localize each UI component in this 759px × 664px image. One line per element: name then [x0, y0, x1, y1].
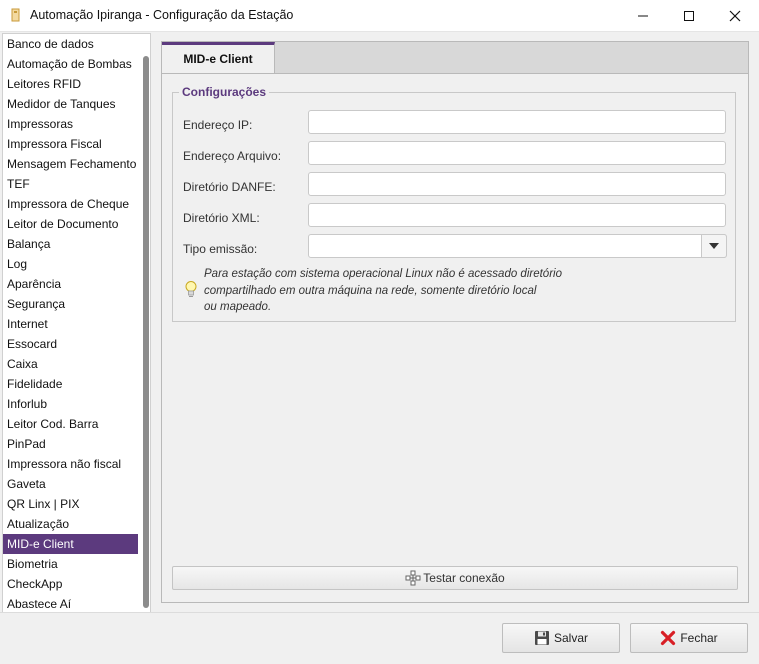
sidebar-item-internet[interactable]: Internet	[3, 314, 138, 334]
xml-input[interactable]	[308, 203, 726, 227]
arquivo-label: Endereço Arquivo:	[183, 149, 282, 163]
floppy-disk-icon	[534, 631, 549, 645]
sidebar-scrollbar[interactable]	[143, 56, 149, 608]
app-icon	[11, 8, 20, 22]
sidebar-item-seguranca[interactable]: Segurança	[3, 294, 138, 314]
testar-conexao-label: Testar conexão	[423, 571, 505, 585]
danfe-label: Diretório DANFE:	[183, 180, 276, 194]
testar-conexao-button[interactable]: Testar conexão	[172, 566, 738, 590]
tipo-emissao-dropdown-button[interactable]	[701, 234, 727, 258]
sidebar-item-tef[interactable]: TEF	[3, 174, 138, 194]
save-label: Salvar	[553, 631, 588, 645]
sidebar-item-impressora-fiscal[interactable]: Impressora Fiscal	[3, 134, 138, 154]
xml-label: Diretório XML:	[183, 211, 260, 225]
minimize-button[interactable]	[620, 0, 666, 31]
sidebar-item-impressora-nao-fiscal[interactable]: Impressora não fiscal	[3, 454, 138, 474]
sidebar-item-leitor-documento[interactable]: Leitor de Documento	[3, 214, 138, 234]
info-line-3: ou mapeado.	[204, 301, 272, 313]
chevron-down-icon	[709, 243, 719, 249]
sidebar-item-atualizacao[interactable]: Atualização	[3, 514, 138, 534]
close-window-button[interactable]	[712, 0, 758, 31]
fechar-button[interactable]: Fechar	[630, 623, 748, 653]
close-icon	[729, 10, 741, 21]
sidebar-item-balanca[interactable]: Balança	[3, 234, 138, 254]
sidebar-item-fidelidade[interactable]: Fidelidade	[3, 374, 138, 394]
config-panel: MID-e Client Configurações Endereço IP: …	[161, 41, 749, 603]
title-bar: Automação Ipiranga - Configuração da Est…	[0, 0, 759, 32]
linux-info-text: Para estação com sistema operacional Lin…	[204, 266, 579, 316]
ip-input[interactable]	[308, 110, 726, 134]
arquivo-input[interactable]	[308, 141, 726, 165]
sidebar-item-aparencia[interactable]: Aparência	[3, 274, 138, 294]
maximize-icon	[684, 10, 694, 21]
sidebar-item-impressora-cheque[interactable]: Impressora de Cheque	[3, 194, 138, 214]
sidebar-item-biometria[interactable]: Biometria	[3, 554, 138, 574]
settings-sidebar: Banco de dados Automação de Bombas Leito…	[2, 33, 151, 613]
red-x-icon	[661, 630, 676, 646]
sidebar-item-essocard[interactable]: Essocard	[3, 334, 138, 354]
minimize-icon	[638, 15, 648, 16]
sidebar-list: Banco de dados Automação de Bombas Leito…	[3, 34, 138, 612]
sidebar-item-abastece-ai[interactable]: Abastece Aí	[3, 594, 138, 612]
group-title: Configurações	[179, 85, 270, 99]
sidebar-item-qr-linx-pix[interactable]: QR Linx | PIX	[3, 494, 138, 514]
tab-strip: MID-e Client	[162, 42, 748, 74]
lightbulb-icon	[185, 281, 197, 297]
ip-label: Endereço IP:	[183, 118, 253, 132]
tab-mid-e-client[interactable]: MID-e Client	[162, 42, 275, 73]
tipo-emissao-label: Tipo emissão:	[183, 242, 258, 256]
sidebar-item-mid-e-client[interactable]: MID-e Client	[3, 534, 138, 554]
info-line-2: compartilhado em outra máquina na rede, …	[204, 284, 537, 297]
save-button[interactable]: Salvar	[502, 623, 620, 653]
sidebar-item-banco-de-dados[interactable]: Banco de dados	[3, 34, 138, 54]
network-icon	[405, 570, 421, 586]
sidebar-item-leitor-cod-barra[interactable]: Leitor Cod. Barra	[3, 414, 138, 434]
tipo-emissao-select[interactable]	[308, 234, 727, 258]
sidebar-item-automacao-bombas[interactable]: Automação de Bombas	[3, 54, 138, 74]
sidebar-item-checkapp[interactable]: CheckApp	[3, 574, 138, 594]
sidebar-item-mensagem-fechamento[interactable]: Mensagem Fechamento	[3, 154, 138, 174]
sidebar-item-caixa[interactable]: Caixa	[3, 354, 138, 374]
configuracoes-group: Configurações Endereço IP: Endereço Arqu…	[172, 85, 736, 322]
sidebar-item-leitores-rfid[interactable]: Leitores RFID	[3, 74, 138, 94]
fechar-label: Fechar	[680, 631, 718, 645]
footer-divider	[0, 612, 759, 613]
sidebar-item-log[interactable]: Log	[3, 254, 138, 274]
sidebar-item-impressoras[interactable]: Impressoras	[3, 114, 138, 134]
danfe-input[interactable]	[308, 172, 726, 196]
info-line-1: Para estação com sistema operacional Lin…	[204, 268, 562, 280]
window-title: Automação Ipiranga - Configuração da Est…	[30, 8, 294, 22]
sidebar-item-inforlub[interactable]: Inforlub	[3, 394, 138, 414]
sidebar-item-gaveta[interactable]: Gaveta	[3, 474, 138, 494]
sidebar-item-pinpad[interactable]: PinPad	[3, 434, 138, 454]
maximize-button[interactable]	[666, 0, 712, 31]
sidebar-item-medidor-tanques[interactable]: Medidor de Tanques	[3, 94, 138, 114]
